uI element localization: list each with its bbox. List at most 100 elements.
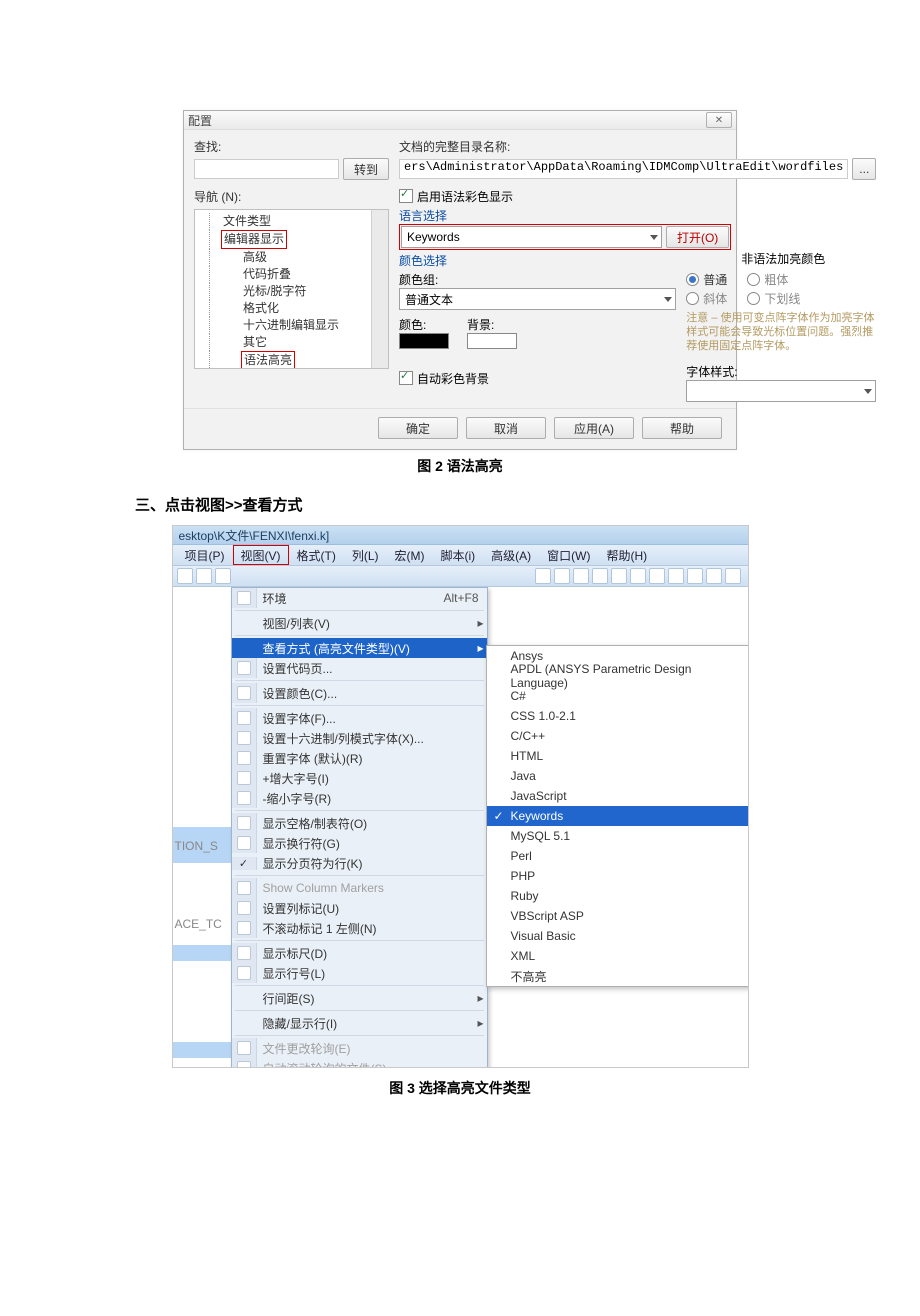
toolbar-icon[interactable] — [725, 568, 741, 584]
menu-help[interactable]: 帮助(H) — [599, 545, 656, 565]
menu-project[interactable]: 项目(P) — [177, 545, 233, 565]
fg-color-swatch[interactable] — [399, 333, 449, 349]
menu-item-env[interactable]: 环境Alt+F8 — [232, 588, 487, 608]
tree-item[interactable]: 语法高亮 — [199, 351, 386, 369]
toolbar-icon[interactable] — [177, 568, 193, 584]
menu-item-decfont[interactable]: -缩小字号(R) — [232, 788, 487, 808]
sub-item-none[interactable]: 不高亮 — [487, 966, 748, 986]
menu-item-setcolm[interactable]: 设置列标记(U) — [232, 898, 487, 918]
tree-item[interactable]: 编辑器显示 — [199, 230, 386, 249]
apply-button[interactable]: 应用(A) — [554, 417, 634, 439]
check-icon: ✓ — [492, 809, 506, 823]
menu-item-showln[interactable]: 显示行号(L) — [232, 963, 487, 983]
tree-item[interactable]: 光标/脱字符 — [199, 283, 386, 300]
columns-icon — [237, 921, 251, 935]
menu-advanced[interactable]: 高级(A) — [483, 545, 539, 565]
menu-item-showff[interactable]: 显示分页符为行(K) — [232, 853, 487, 873]
radio-normal[interactable]: 普通 — [686, 271, 727, 288]
sub-item[interactable]: Visual Basic — [487, 926, 748, 946]
lang-dropdown[interactable]: Keywords — [401, 226, 662, 248]
auto-bg-checkbox[interactable]: 自动彩色背景 — [399, 370, 676, 387]
toolbar-icon[interactable] — [611, 568, 627, 584]
menu-item-showlf[interactable]: 显示换行符(G) — [232, 833, 487, 853]
sub-item[interactable]: APDL (ANSYS Parametric Design Language) — [487, 666, 748, 686]
path-input[interactable]: ers\Administrator\AppData\Roaming\IDMCom… — [399, 159, 848, 179]
toolbar-icon[interactable] — [215, 568, 231, 584]
browse-button[interactable]: ... — [852, 158, 876, 180]
tree-item[interactable]: 十六进制编辑显示 — [199, 317, 386, 334]
toolbar-icon[interactable] — [649, 568, 665, 584]
figure2-caption: 图 2 语法高亮 — [135, 456, 785, 476]
goto-button[interactable]: 转到 — [343, 158, 389, 180]
sub-item-keywords[interactable]: ✓Keywords — [487, 806, 748, 826]
sub-item[interactable]: Ruby — [487, 886, 748, 906]
menu-item-setfont[interactable]: 设置字体(F)... — [232, 708, 487, 728]
sub-item[interactable]: JavaScript — [487, 786, 748, 806]
sub-item[interactable]: PHP — [487, 866, 748, 886]
help-button[interactable]: 帮助 — [642, 417, 722, 439]
cancel-button[interactable]: 取消 — [466, 417, 546, 439]
toolbar-icon[interactable] — [592, 568, 608, 584]
tree-item[interactable]: 格式化 — [199, 300, 386, 317]
sub-item[interactable]: C# — [487, 686, 748, 706]
menu-item-resetfont[interactable]: 重置字体 (默认)(R) — [232, 748, 487, 768]
sub-item[interactable]: VBScript ASP — [487, 906, 748, 926]
sub-item[interactable]: MySQL 5.1 — [487, 826, 748, 846]
menu-item-setpage[interactable]: 设置代码页... — [232, 658, 487, 678]
menu-item-showspace[interactable]: 显示空格/制表符(O) — [232, 813, 487, 833]
menu-item-linespace[interactable]: 行间距(S)▸ — [232, 988, 487, 1008]
bg-color-swatch[interactable] — [467, 333, 517, 349]
menu-item-setcolor[interactable]: 设置颜色(C)... — [232, 683, 487, 703]
tree-item[interactable]: 其它 — [199, 334, 386, 351]
toolbar-icon[interactable] — [196, 568, 212, 584]
toolbar-icon[interactable] — [535, 568, 551, 584]
toolbar-icon[interactable] — [630, 568, 646, 584]
sub-item[interactable]: CSS 1.0-2.1 — [487, 706, 748, 726]
radio-italic[interactable]: 斜体 — [686, 290, 727, 307]
sub-item[interactable]: C/C++ — [487, 726, 748, 746]
find-input[interactable] — [194, 159, 339, 179]
menu-script[interactable]: 脚本(i) — [433, 545, 484, 565]
radio-bold[interactable]: 粗体 — [747, 271, 788, 288]
non-syntax-label: 非语法加亮颜色 — [741, 250, 876, 267]
toolbar-icon[interactable] — [573, 568, 589, 584]
open-button[interactable]: 打开(O) — [666, 226, 729, 248]
menu-item-noscroll[interactable]: 不滚动标记 1 左侧(N) — [232, 918, 487, 938]
menu-format[interactable]: 格式(T) — [289, 545, 344, 565]
menu-item-sethexfont[interactable]: 设置十六进制/列模式字体(X)... — [232, 728, 487, 748]
radio-strike[interactable]: 下划线 — [747, 290, 800, 307]
view-menu: 环境Alt+F8 视图/列表(V)▸ 查看方式 (高亮文件类型)(V)▸ 设置代… — [231, 587, 488, 1067]
nav-tree[interactable]: 文件类型 编辑器显示 高级 代码折叠 光标/脱字符 格式化 十六进制编辑显示 其… — [194, 209, 389, 369]
chevron-down-icon — [864, 389, 872, 394]
sub-item[interactable]: HTML — [487, 746, 748, 766]
color-group-dropdown[interactable]: 普通文本 — [399, 288, 676, 310]
radio-icon — [686, 292, 699, 305]
menu-macro[interactable]: 宏(M) — [387, 545, 433, 565]
toolbar-icon[interactable] — [668, 568, 684, 584]
enable-syntax-checkbox[interactable]: 启用语法彩色显示 — [399, 188, 876, 205]
menu-item-viewmode[interactable]: 查看方式 (高亮文件类型)(V)▸ — [232, 638, 487, 658]
nav-label: 导航 (N): — [194, 188, 389, 205]
tree-item[interactable]: 高级 — [199, 249, 386, 266]
sub-item[interactable]: Java — [487, 766, 748, 786]
menu-window[interactable]: 窗口(W) — [539, 545, 598, 565]
close-icon[interactable]: ✕ — [706, 112, 732, 128]
paragraph-icon — [237, 836, 251, 850]
sub-item[interactable]: Perl — [487, 846, 748, 866]
ok-button[interactable]: 确定 — [378, 417, 458, 439]
tree-item[interactable]: 代码折叠 — [199, 266, 386, 283]
menu-item-autopoll: 自动滚动轮询的文件(S) — [232, 1058, 487, 1067]
dialog-title: 配置 — [188, 112, 212, 129]
menu-item-viewlist[interactable]: 视图/列表(V)▸ — [232, 613, 487, 633]
toolbar-icon[interactable] — [706, 568, 722, 584]
menu-view[interactable]: 视图(V) — [233, 545, 289, 565]
menu-columns[interactable]: 列(L) — [344, 545, 387, 565]
menu-item-incfont[interactable]: +增大字号(I) — [232, 768, 487, 788]
tree-item[interactable]: 文件类型 — [199, 213, 386, 230]
toolbar-icon[interactable] — [554, 568, 570, 584]
toolbar-icon[interactable] — [687, 568, 703, 584]
menu-item-hideline[interactable]: 隐藏/显示行(I)▸ — [232, 1013, 487, 1033]
menu-item-ruler[interactable]: 显示标尺(D) — [232, 943, 487, 963]
font-style-dropdown[interactable] — [686, 380, 876, 402]
sub-item[interactable]: XML — [487, 946, 748, 966]
